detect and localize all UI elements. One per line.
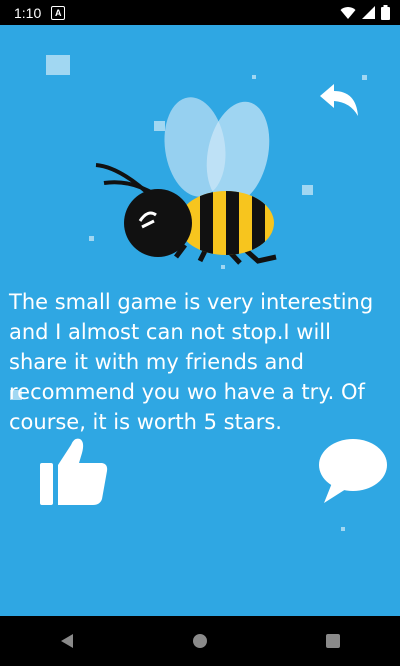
wifi-icon	[340, 6, 356, 19]
bee-mascot-image	[95, 97, 277, 265]
battery-icon	[381, 5, 390, 20]
nav-back-button[interactable]	[47, 621, 87, 661]
nav-recents-button[interactable]	[313, 621, 353, 661]
chat-bubble-icon[interactable]	[316, 437, 388, 505]
game-screen: The small game is very interesting and I…	[0, 25, 400, 616]
back-triangle-icon	[60, 634, 73, 648]
decorative-speck	[362, 75, 367, 80]
home-circle-icon	[192, 634, 207, 648]
recents-square-icon	[326, 634, 341, 648]
undo-arrow-icon[interactable]	[316, 80, 362, 120]
signal-icon	[362, 6, 375, 19]
notification-badge: A	[51, 5, 66, 20]
nav-home-button[interactable]	[180, 621, 220, 661]
navigation-bar	[0, 616, 400, 666]
review-text: The small game is very interesting and I…	[9, 290, 374, 434]
decorative-speck	[46, 55, 70, 75]
status-time: 1:10	[14, 4, 42, 21]
decorative-speck	[252, 75, 256, 79]
thumbs-up-icon[interactable]	[38, 435, 110, 507]
decorative-speck	[341, 527, 345, 531]
decorative-speck	[221, 265, 225, 269]
status-bar: 1:10 A	[0, 0, 400, 25]
